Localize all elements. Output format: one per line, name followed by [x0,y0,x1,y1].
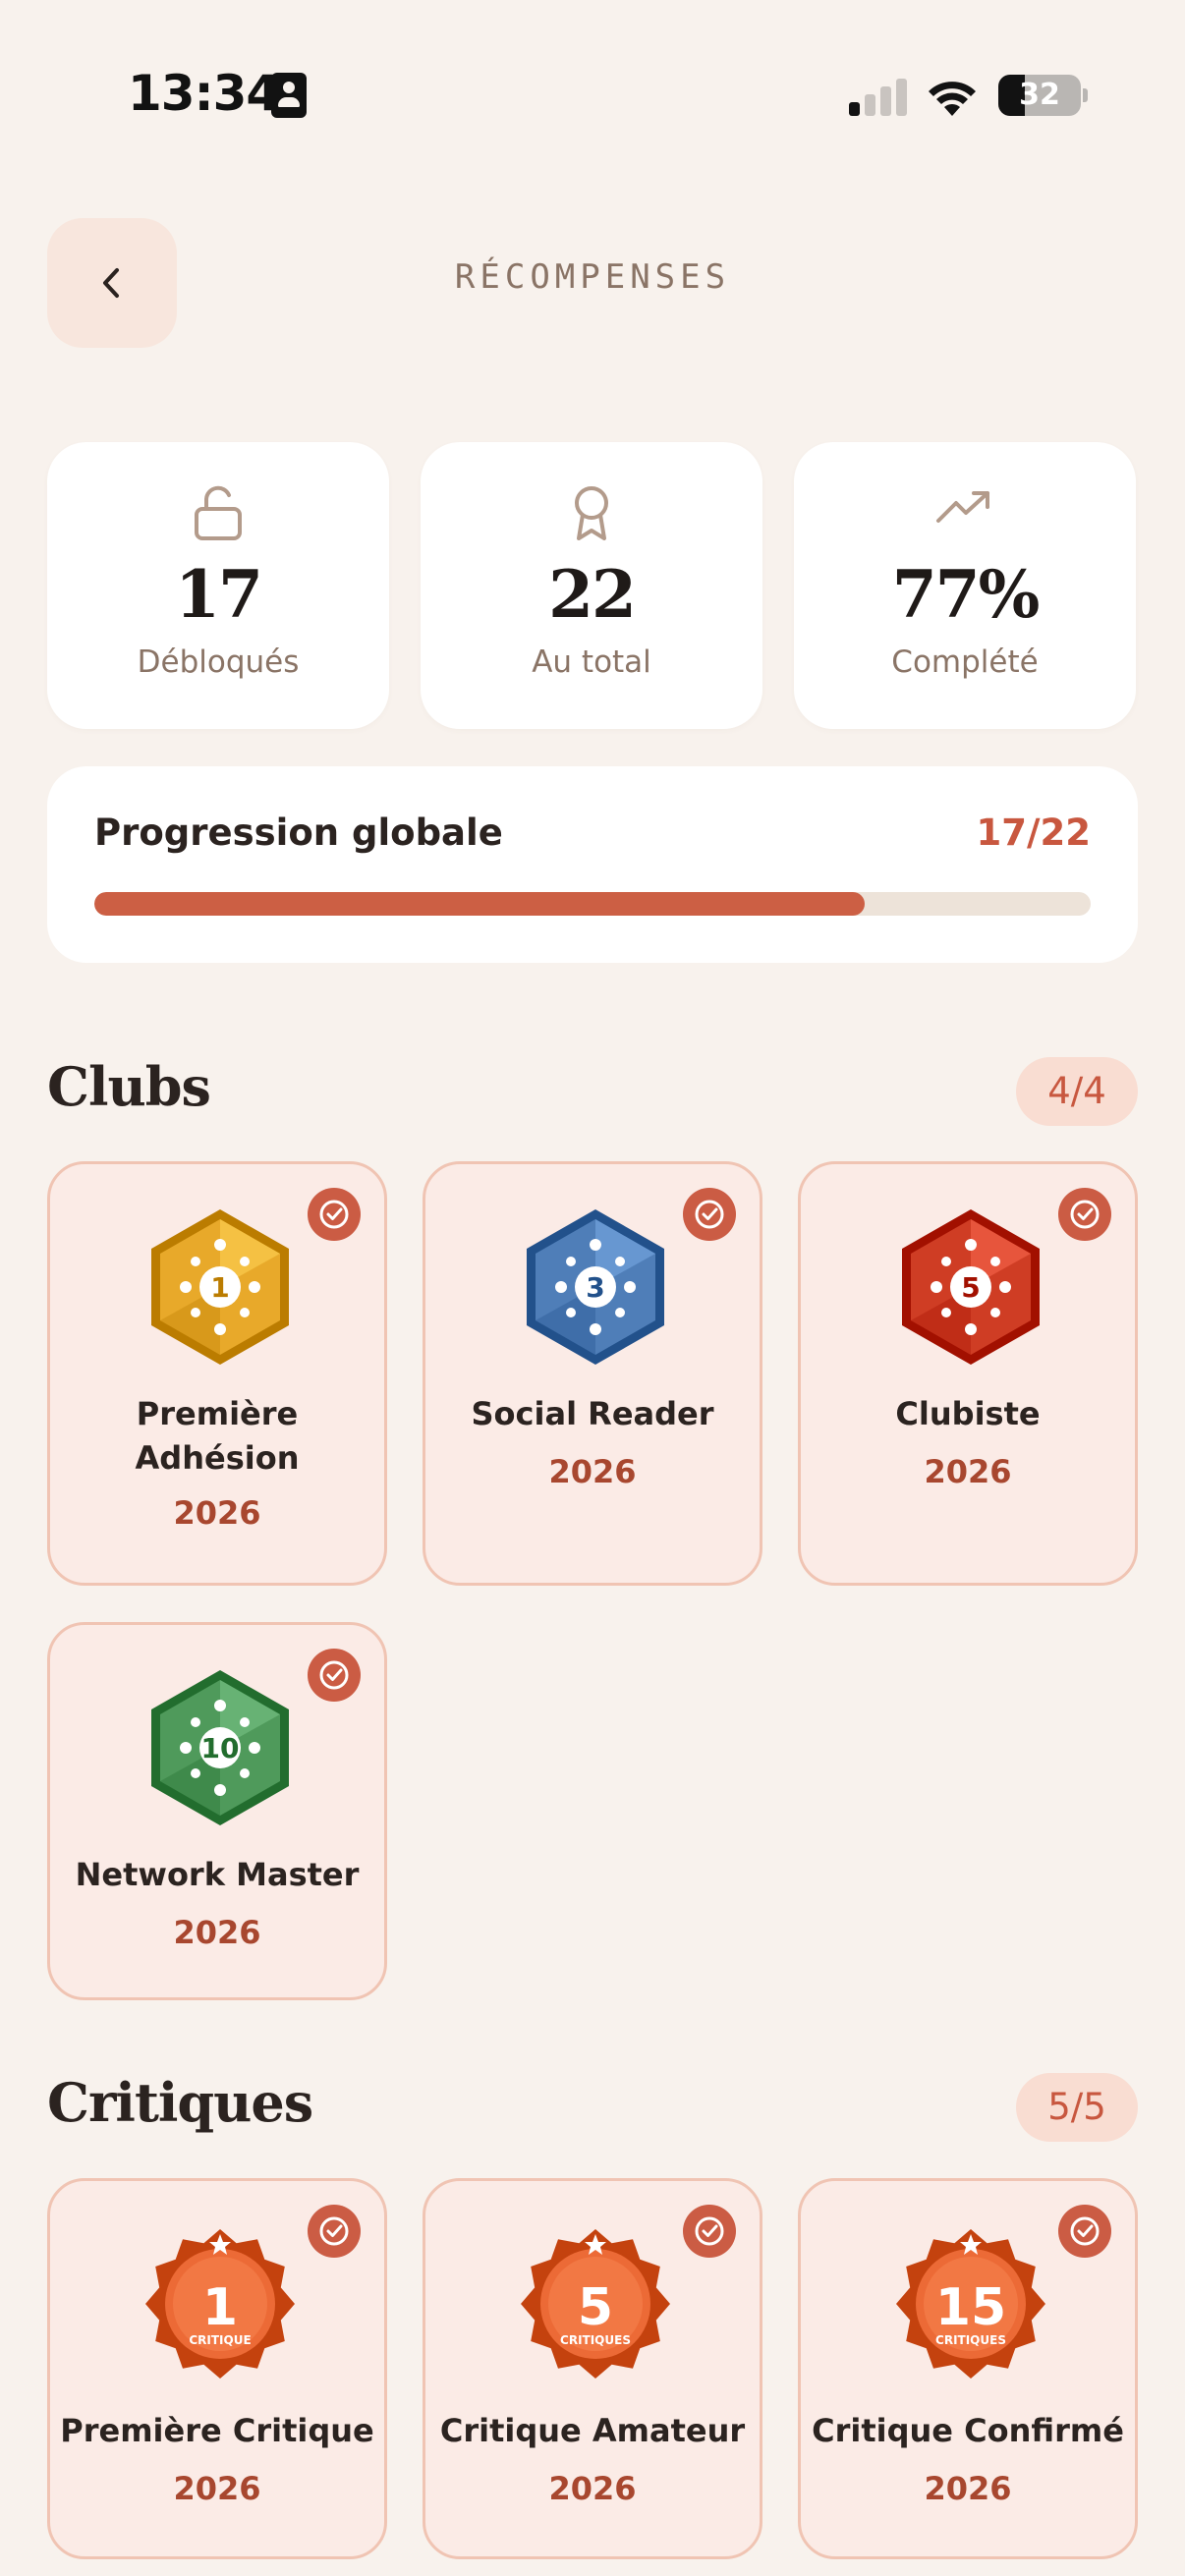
unlocked-check-badge [308,1188,361,1241]
stat-label: Complété [891,644,1039,680]
award-badge: 5 [895,1205,1046,1369]
stat-label: Débloqués [137,644,300,680]
badge-subtitle: CRITIQUE [189,2333,251,2347]
section-count-critiques: 5/5 [1016,2073,1138,2142]
award-year: 2026 [173,1494,261,1532]
unlock-icon [195,485,242,540]
stat-value: 77% [891,556,1041,633]
award-badge: 1 [144,1205,296,1369]
badge-number: 3 [586,1271,604,1304]
wifi-icon [929,82,976,116]
award-badge: 10 [144,1666,296,1829]
award-badge: 3 [520,1205,671,1369]
status-time: 13:34 [128,65,280,122]
unlocked-check-badge [1058,1188,1111,1241]
stat-label: Au total [532,644,651,680]
cellular-signal-icon [849,79,908,116]
section-title-clubs: Clubs [47,1055,211,1118]
unlocked-check-badge [1058,2205,1111,2258]
award-name: Première Critique [60,2412,374,2449]
award-name: Social Reader [471,1395,714,1432]
club-badge-icon: 10 [151,1670,289,1825]
award-badge: 1 CRITIQUE [144,2222,296,2385]
check-circle-icon [695,2216,724,2246]
award-name: Clubiste [895,1395,1041,1432]
contact-card-icon [271,73,307,118]
progress-count: 17/22 [976,812,1092,854]
award-card[interactable]: 5 Clubiste 2026 [798,1161,1138,1586]
award-ribbon-icon [575,486,608,540]
unlocked-check-badge [683,2205,736,2258]
badge-number: 10 [201,1732,240,1764]
award-year: 2026 [924,2470,1012,2507]
trending-up-icon [936,491,989,523]
award-year: 2026 [173,1914,261,1951]
check-circle-icon [1070,2216,1100,2246]
award-year: 2026 [924,1453,1012,1490]
badge-subtitle: CRITIQUES [560,2333,631,2347]
award-year: 2026 [173,2470,261,2507]
check-circle-icon [319,1200,349,1229]
club-badge-icon: 1 [151,1209,289,1365]
stat-card-completed: 77% Complété [794,442,1136,729]
stat-card-total: 22 Au total [421,442,762,729]
badge-number: 1 [210,1271,229,1304]
award-name: Network Master [75,1856,360,1893]
check-circle-icon [319,2216,349,2246]
section-count-clubs: 4/4 [1016,1057,1138,1126]
club-badge-icon: 3 [527,1209,664,1365]
stat-card-unlocked: 17 Débloqués [47,442,389,729]
progress-card: Progression globale 17/22 [47,766,1138,963]
award-year: 2026 [548,1453,637,1490]
award-badge: 15 CRITIQUES [895,2222,1046,2385]
progress-bar-fill [94,892,865,916]
award-card[interactable]: 10 Network Master 2026 [47,1622,387,2000]
badge-number: 5 [961,1271,980,1304]
check-circle-icon [319,1660,349,1690]
stat-value: 17 [175,556,263,633]
club-badge-icon: 5 [902,1209,1040,1365]
check-circle-icon [1070,1200,1100,1229]
critique-badge-icon: 5 CRITIQUES [521,2229,670,2379]
unlocked-check-badge [308,2205,361,2258]
section-title-critiques: Critiques [47,2071,313,2134]
check-circle-icon [695,1200,724,1229]
award-card[interactable]: 15 CRITIQUES Critique Confirmé 2026 [798,2178,1138,2559]
badge-number: 1 [202,2278,238,2337]
award-badge: 5 CRITIQUES [520,2222,671,2385]
stat-value: 22 [548,556,637,633]
page-title: RÉCOMPENSES [454,257,731,297]
award-card[interactable]: 1 Première Adhésion 2026 [47,1161,387,1586]
progress-title: Progression globale [94,812,503,854]
award-card[interactable]: 5 CRITIQUES Critique Amateur 2026 [423,2178,762,2559]
critique-badge-icon: 1 CRITIQUE [145,2229,295,2379]
badge-subtitle: CRITIQUES [935,2333,1006,2347]
status-bar: 13:34 32 [0,0,1185,196]
award-year: 2026 [548,2470,637,2507]
critique-badge-icon: 15 CRITIQUES [896,2229,1045,2379]
unlocked-check-badge [683,1188,736,1241]
award-card[interactable]: 3 Social Reader 2026 [423,1161,762,1586]
progress-bar [94,892,1091,916]
battery-icon: 32 [998,75,1081,116]
award-card[interactable]: 1 CRITIQUE Première Critique 2026 [47,2178,387,2559]
badge-number: 5 [578,2278,613,2337]
battery-level: 32 [1019,78,1060,112]
battery-tip [1083,88,1088,102]
badge-number: 15 [935,2278,1006,2337]
unlocked-check-badge [308,1649,361,1702]
award-name: Critique Amateur [439,2412,746,2449]
award-name: Première Adhésion [135,1395,300,1477]
award-name: Critique Confirmé [812,2412,1124,2449]
